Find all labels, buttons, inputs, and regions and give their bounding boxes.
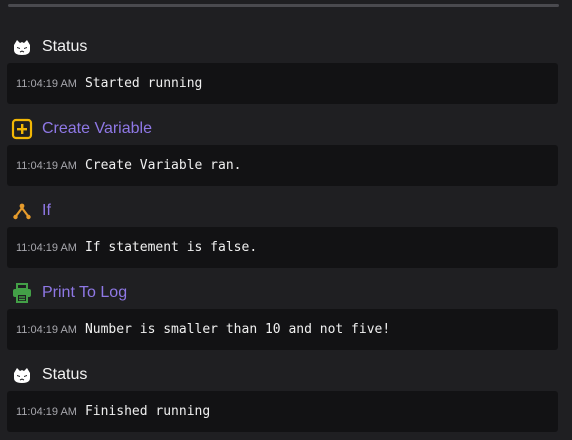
log-entry: Status 11:04:19 AM Started running [7,30,558,104]
log-entry: Create Variable 11:04:19 AM Create Varia… [7,112,558,186]
branch-icon [11,200,33,222]
log-entry-header: Status [7,358,558,391]
log-entry-body: 11:04:19 AM Create Variable ran. [7,145,558,186]
ghost-icon [11,36,33,58]
log-message: Number is smaller than 10 and not five! [84,322,391,337]
log-list: Status 11:04:19 AM Started running Creat… [7,30,558,440]
log-message: Started running [84,76,203,91]
log-timestamp: 11:04:19 AM [16,77,77,90]
log-timestamp: 11:04:19 AM [16,241,77,254]
log-entry: Status 11:04:19 AM Finished running [7,358,558,432]
log-entry: If 11:04:19 AM If statement is false. [7,194,558,268]
plus-square-icon [11,118,33,140]
log-timestamp: 11:04:19 AM [16,405,77,418]
log-entry: Print To Log 11:04:19 AM Number is small… [7,276,558,350]
log-entry-body: 11:04:19 AM Started running [7,63,558,104]
log-entry-header: Create Variable [7,112,558,145]
log-entry-body: 11:04:19 AM Finished running [7,391,558,432]
printer-icon [11,282,33,304]
log-entry-title: If [42,201,51,219]
log-message: Finished running [84,404,211,419]
log-entry-body: 11:04:19 AM Number is smaller than 10 an… [7,309,558,350]
log-entry-title: Status [42,365,88,383]
log-entry-body: 11:04:19 AM If statement is false. [7,227,558,268]
log-entry-title: Create Variable [42,119,152,137]
log-message: If statement is false. [84,240,258,255]
log-timestamp: 11:04:19 AM [16,323,77,336]
log-timestamp: 11:04:19 AM [16,159,77,172]
log-message: Create Variable ran. [84,158,242,173]
log-entry-title: Print To Log [42,283,128,301]
top-divider [8,4,559,7]
log-entry-title: Status [42,37,88,55]
log-entry-header: Status [7,30,558,63]
ghost-icon [11,364,33,386]
log-entry-header: If [7,194,558,227]
log-entry-header: Print To Log [7,276,558,309]
